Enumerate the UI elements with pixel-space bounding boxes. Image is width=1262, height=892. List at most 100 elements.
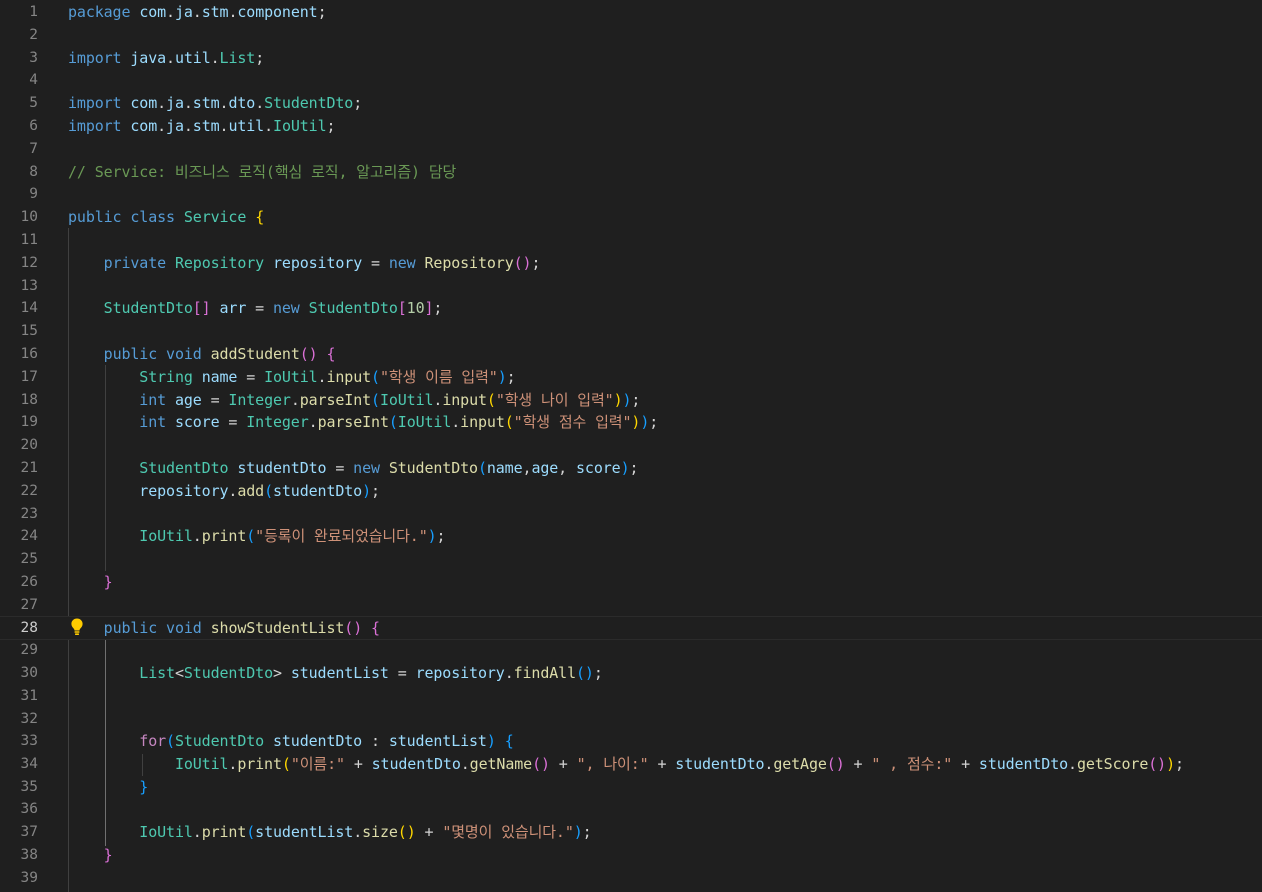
code-line[interactable]: 6 import com.ja.stm.util.IoUtil; [0,115,1262,137]
code-text: IoUtil.print(studentList.size() + "몇명이 있… [68,821,591,843]
code-token: . [228,755,238,773]
code-token: dto [228,94,256,112]
code-token: IoUtil [379,391,434,409]
code-token: ; [255,49,265,67]
code-line[interactable]: 16 public void addStudent() { [0,343,1262,365]
code-token: ja [166,94,184,112]
code-line[interactable]: 35 } [0,776,1262,798]
code-token: ; [1174,755,1184,773]
code-token: Integer [228,391,291,409]
code-token: studentDto [371,755,461,773]
code-token: . [166,3,175,21]
code-token: void [166,345,202,363]
code-line[interactable]: 36 [0,798,1262,820]
code-line[interactable]: 3 import java.util.List; [0,47,1262,69]
code-text: String name = IoUtil.input("학생 이름 입력"); [68,366,515,388]
code-line[interactable]: 28 public void showStudentList() { [0,616,1262,640]
code-token: . [353,823,363,841]
code-token: ( [477,459,487,477]
code-text: import com.ja.stm.util.IoUtil; [68,115,336,137]
code-token: } [103,573,113,591]
code-line[interactable]: 17 String name = IoUtil.input("학생 이름 입력"… [0,366,1262,388]
line-number: 35 [20,779,38,795]
lightbulb-icon[interactable] [69,617,85,637]
code-token: + [549,755,577,773]
code-token: print [201,823,247,841]
code-token: , [558,459,576,477]
code-line[interactable]: 11 [0,229,1262,251]
code-text: // Service: 비즈니스 로직(핵심 로직, 알고리즘) 담당 [68,161,456,183]
code-line[interactable]: 21 StudentDto studentDto = new StudentDt… [0,457,1262,479]
code-editor[interactable]: 1 package com.ja.stm.component; 2 3 import j… [0,0,1262,892]
code-token: = [388,664,416,682]
code-line[interactable]: 10 public class Service { [0,206,1262,228]
code-line[interactable]: 4 [0,69,1262,91]
code-token: getScore [1076,755,1149,773]
code-token: "학생 이름 입력" [379,368,498,386]
code-token: < [174,664,184,682]
code-token: () [826,755,845,773]
code-token: stm [201,3,229,21]
code-token: java [130,49,167,67]
code-token: . [504,664,514,682]
code-line[interactable]: 39 [0,867,1262,889]
code-token: . [290,391,300,409]
code-line[interactable]: 34 IoUtil.print("이름:" + studentDto.getNa… [0,753,1262,775]
code-token: + [952,755,979,773]
code-token: String [139,368,193,386]
code-line[interactable]: 7 [0,138,1262,160]
code-token: [ [397,299,407,317]
code-line[interactable]: 33 for(StudentDto studentDto : studentLi… [0,730,1262,752]
code-line[interactable]: 20 [0,434,1262,456]
code-line[interactable]: 9 [0,183,1262,205]
code-text: int age = Integer.parseInt(IoUtil.input(… [68,389,640,411]
code-line[interactable]: 27 [0,594,1262,616]
code-token: () [513,254,532,272]
code-line[interactable]: 5 import com.ja.stm.dto.StudentDto; [0,92,1262,114]
code-token: ; [371,482,380,500]
code-token: ; [353,94,363,112]
code-line[interactable]: 22 repository.add(studentDto); [0,480,1262,502]
code-line[interactable]: 1 package com.ja.stm.component; [0,1,1262,23]
code-token: StudentDto [174,732,265,750]
code-token: "학생 점수 입력" [513,413,632,431]
code-line[interactable]: 31 [0,685,1262,707]
code-line[interactable]: 32 [0,708,1262,730]
code-token: . [433,391,443,409]
code-token: score [174,413,220,431]
code-line[interactable]: 14 StudentDto[] arr = new StudentDto[10]… [0,297,1262,319]
line-number: 32 [20,711,38,727]
code-line[interactable]: 19 int score = Integer.parseInt(IoUtil.i… [0,411,1262,433]
line-number: 29 [20,642,38,658]
code-line[interactable]: 2 [0,24,1262,46]
code-line[interactable]: 8 // Service: 비즈니스 로직(핵심 로직, 알고리즘) 담당 [0,161,1262,183]
code-line[interactable]: 15 [0,320,1262,342]
code-line[interactable]: 23 [0,503,1262,525]
line-number: 27 [20,597,38,613]
code-token: import [68,117,122,135]
code-line[interactable]: 13 [0,275,1262,297]
code-line[interactable]: 29 [0,639,1262,661]
code-token: () [576,664,594,682]
code-token: . [157,94,167,112]
code-token: List [219,49,256,67]
code-line[interactable]: 25 [0,548,1262,570]
code-token: studentDto [237,459,327,477]
code-line[interactable]: 12 private Repository repository = new R… [0,252,1262,274]
code-line[interactable]: 37 IoUtil.print(studentList.size() + "몇명… [0,821,1262,843]
code-line[interactable]: 26 } [0,571,1262,593]
code-token: ja [166,117,184,135]
code-line[interactable]: 24 IoUtil.print("등록이 완료되었습니다."); [0,525,1262,547]
code-text: repository.add(studentDto); [68,480,380,502]
code-line[interactable]: 38 } [0,844,1262,866]
code-line[interactable]: 30 List<StudentDto> studentList = reposi… [0,662,1262,684]
code-token: repository [273,254,363,272]
code-line[interactable]: 18 int age = Integer.parseInt(IoUtil.inp… [0,389,1262,411]
